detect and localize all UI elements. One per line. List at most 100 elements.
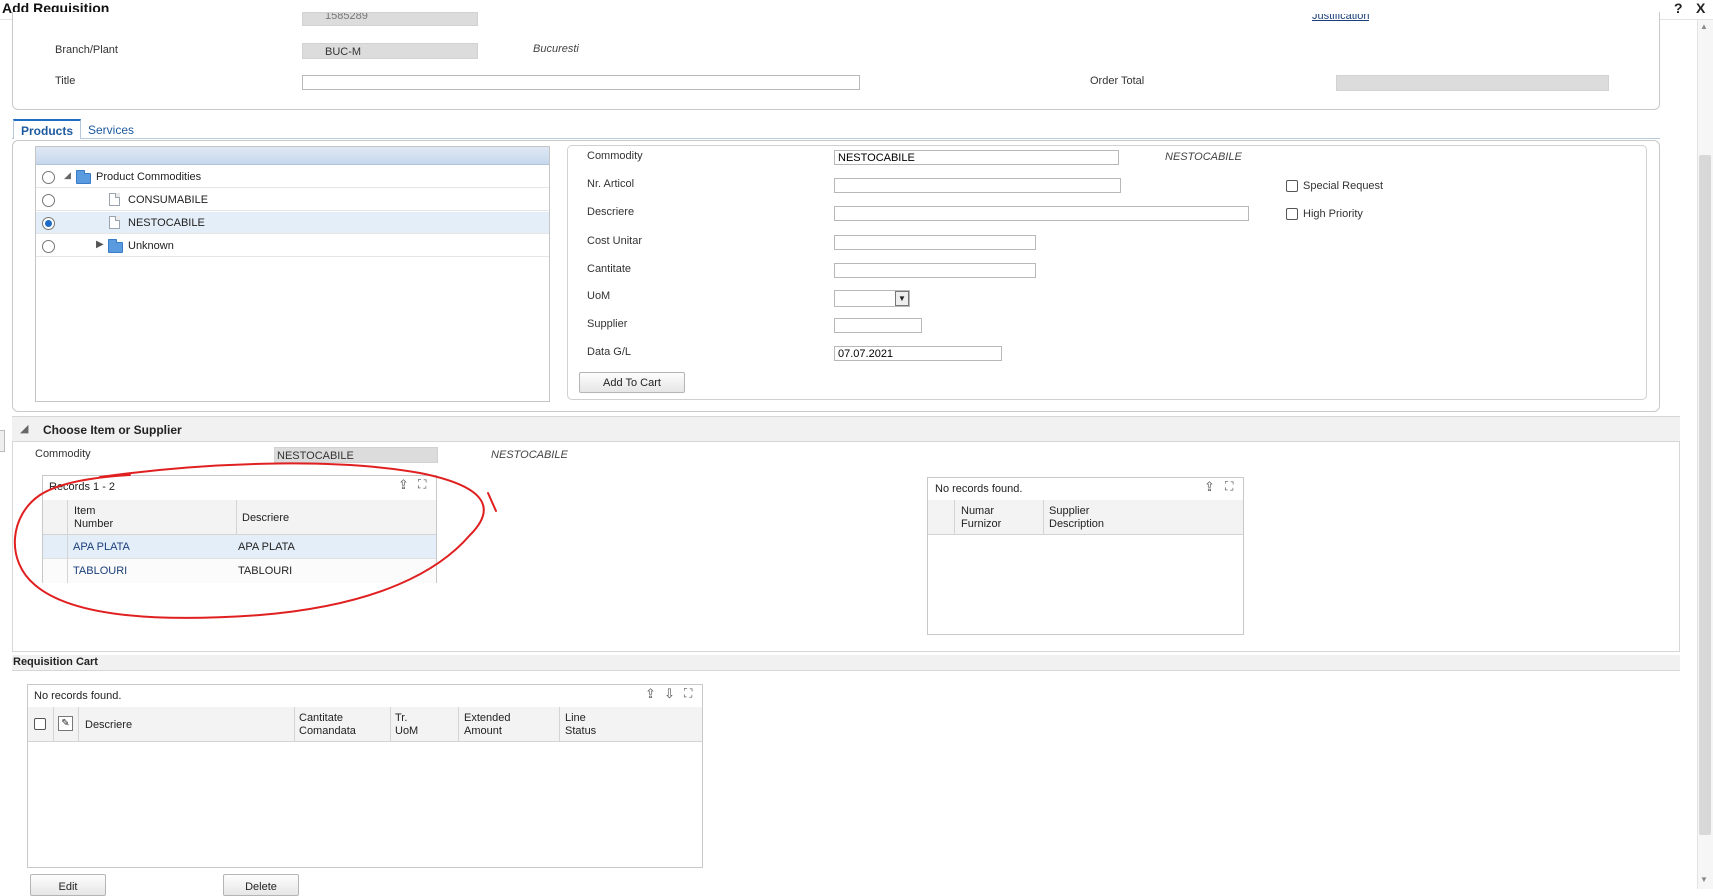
supplier-grid: No records found. ⇪ ⛶ Numar Furnizor Sup… — [927, 477, 1244, 635]
cart-section-title: Requisition Cart — [13, 656, 98, 668]
supplier-input[interactable] — [834, 318, 922, 333]
tree-label: Product Commodities — [96, 171, 202, 183]
special-request-label: Special Request — [1303, 180, 1384, 192]
collapse-left-handle[interactable] — [0, 430, 5, 452]
justification-link[interactable]: Justification — [1312, 14, 1369, 25]
supplier-label: Supplier — [587, 318, 628, 330]
tree-row[interactable]: ▶ Unknown — [36, 235, 549, 257]
column-separator — [559, 707, 560, 742]
header-extended-amount-line2[interactable]: Amount — [464, 725, 502, 737]
document-icon — [109, 216, 120, 229]
cantitate-input[interactable] — [834, 263, 1036, 278]
column-separator — [390, 707, 391, 742]
tree-radio[interactable] — [42, 194, 55, 207]
header-line-status-line1[interactable]: Line — [565, 712, 586, 724]
high-priority-checkbox[interactable] — [1286, 208, 1298, 220]
tree-row[interactable]: ◢ Product Commodities — [36, 166, 549, 188]
annotation-tail — [487, 492, 497, 512]
folder-icon — [108, 239, 123, 253]
import-icon[interactable]: ⇩ — [664, 687, 675, 700]
scroll-up-icon[interactable]: ▲ — [1700, 22, 1708, 31]
commodity-description: NESTOCABILE — [1165, 151, 1242, 163]
header-panel — [12, 12, 1660, 110]
tree-collapsed-icon[interactable]: ▶ — [96, 239, 104, 250]
commodity-label: Commodity — [587, 150, 643, 162]
header-numar-furnizor-line2[interactable]: Furnizor — [961, 518, 1001, 530]
title-input[interactable] — [302, 75, 860, 90]
scroll-down-icon[interactable]: ▼ — [1700, 875, 1708, 884]
header-cantitate-line2[interactable]: Comandata — [299, 725, 356, 737]
tree-row[interactable]: CONSUMABILE — [36, 189, 549, 211]
cantitate-label: Cantitate — [587, 263, 632, 275]
commodity-tree: ◢ Product Commodities CONSUMABILE NESTOC… — [35, 146, 550, 402]
header-supplier-description-line2[interactable]: Description — [1049, 518, 1104, 530]
header-tr-uom-line2[interactable]: UoM — [395, 725, 418, 737]
collapse-icon[interactable]: ◢ — [20, 422, 28, 435]
tree-header — [36, 147, 549, 165]
header-cantitate-line1[interactable]: Cantitate — [299, 712, 343, 724]
column-separator — [1043, 500, 1044, 535]
choose-section-bar — [12, 416, 1680, 442]
data-gl-label: Data G/L — [587, 346, 632, 358]
branch-plant-description: Bucuresti — [533, 43, 579, 55]
tree-label: Unknown — [128, 240, 174, 252]
tree-radio-checked[interactable] — [42, 217, 55, 230]
tree-radio[interactable] — [42, 171, 55, 184]
select-all-checkbox[interactable] — [34, 718, 46, 730]
column-separator — [458, 707, 459, 742]
edit-button[interactable]: Edit — [30, 874, 106, 896]
header-numar-furnizor-line1[interactable]: Numar — [961, 505, 994, 517]
close-icon[interactable]: X — [1696, 0, 1705, 16]
tab-strip-line — [12, 138, 1660, 139]
tree-label: CONSUMABILE — [128, 194, 209, 206]
help-icon[interactable]: ? — [1674, 0, 1683, 16]
descriere-input[interactable] — [834, 206, 1249, 221]
column-separator — [954, 500, 955, 535]
dropdown-arrow-icon[interactable]: ▼ — [895, 291, 909, 306]
supplier-grid-record-count: No records found. — [935, 483, 1023, 495]
top-partial-field: 1585289 — [302, 12, 478, 26]
fullscreen-icon[interactable]: ⛶ — [684, 687, 692, 700]
fullscreen-icon[interactable]: ⛶ — [1225, 480, 1233, 493]
tree-radio[interactable] — [42, 240, 55, 253]
nr-articol-input[interactable] — [834, 178, 1121, 193]
edit-pencil-icon[interactable]: ✎ — [58, 716, 73, 731]
cost-unitar-input[interactable] — [834, 235, 1036, 250]
annotation-ellipse — [13, 462, 485, 619]
tree-label: NESTOCABILE — [128, 217, 205, 229]
cart-section-bar — [12, 655, 1680, 671]
special-request-checkbox[interactable] — [1286, 180, 1298, 192]
tab-products[interactable]: Products — [13, 119, 82, 139]
header-extended-amount-line1[interactable]: Extended — [464, 712, 510, 724]
order-total-label: Order Total — [1090, 75, 1145, 87]
column-separator — [294, 707, 295, 742]
export-icon[interactable]: ⇪ — [645, 687, 656, 700]
cart-grid-header: ✎ Descriere Cantitate Comandata Tr. UoM … — [28, 707, 702, 742]
delete-button[interactable]: Delete — [223, 874, 299, 896]
descriere-label: Descriere — [587, 206, 635, 218]
header-supplier-description-line1[interactable]: Supplier — [1049, 505, 1089, 517]
folder-icon — [76, 170, 91, 184]
header-line-status-line2[interactable]: Status — [565, 725, 596, 737]
cart-grid: No records found. ⇪ ⇩ ⛶ ✎ Descriere Cant… — [27, 684, 703, 868]
add-to-cart-button[interactable]: Add To Cart — [579, 372, 685, 393]
tree-row-selected[interactable]: NESTOCABILE — [36, 212, 549, 234]
red-circle-annotation — [13, 462, 497, 619]
tree-expanded-icon[interactable]: ◢ — [64, 170, 71, 181]
high-priority-label: High Priority — [1303, 208, 1363, 220]
commodity-input[interactable] — [834, 150, 1119, 165]
uom-label: UoM — [587, 290, 611, 302]
header-descriere[interactable]: Descriere — [85, 719, 132, 731]
tab-services[interactable]: Services — [88, 123, 134, 137]
header-tr-uom-line1[interactable]: Tr. — [395, 712, 407, 724]
cost-unitar-label: Cost Unitar — [587, 235, 643, 247]
title-label: Title — [55, 75, 76, 87]
supplier-grid-header: Numar Furnizor Supplier Description — [928, 500, 1243, 535]
order-total-field — [1336, 75, 1609, 91]
branch-plant-field: BUC-M — [302, 43, 478, 59]
nr-articol-label: Nr. Articol — [587, 178, 635, 190]
document-icon — [109, 193, 120, 206]
data-gl-input[interactable] — [834, 346, 1002, 361]
export-icon[interactable]: ⇪ — [1204, 480, 1215, 493]
scrollbar-thumb[interactable] — [1699, 155, 1711, 835]
